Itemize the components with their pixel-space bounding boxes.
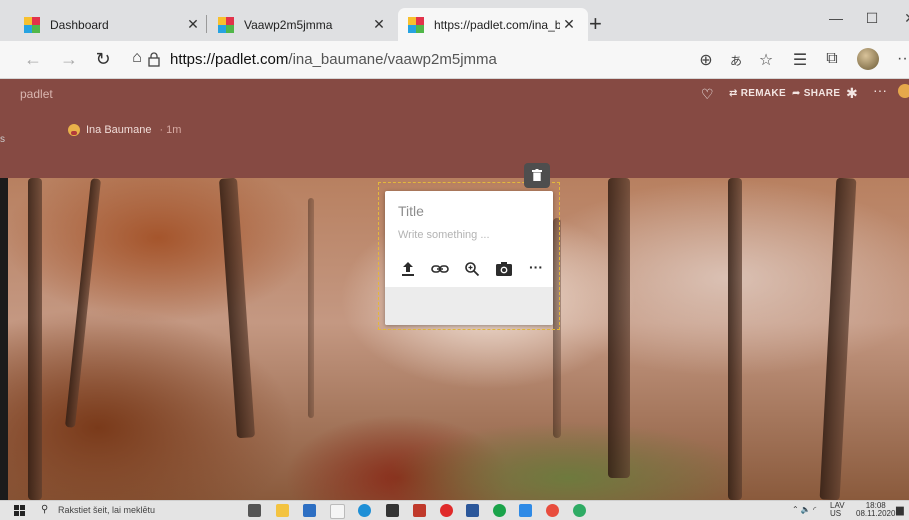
language-indicator[interactable]: LAV US	[830, 502, 845, 518]
trash-icon	[532, 169, 542, 181]
url-host: https://padlet.com	[170, 51, 289, 68]
remake-label: REMAKE	[740, 88, 786, 99]
tab-divider	[206, 15, 207, 33]
windows-start-icon[interactable]	[14, 505, 26, 516]
padlet-icon	[24, 16, 40, 33]
maximize-button[interactable]: ☐	[852, 10, 892, 27]
translate-icon[interactable]: あ	[724, 52, 748, 69]
camera-icon[interactable]	[494, 261, 514, 279]
tray-icons[interactable]: ⌃ 🔈 ◜	[792, 505, 816, 514]
url-path: /ina_baumane/vaawp2m5jmma	[288, 51, 497, 68]
delete-post-button[interactable]	[524, 163, 550, 188]
new-tab-button[interactable]: +	[589, 13, 602, 35]
tab-title: https://padlet.com/ina_baumane	[434, 17, 560, 32]
tree-trunk	[608, 178, 630, 478]
post-card-footer	[385, 287, 553, 325]
tab-title: Dashboard	[50, 17, 109, 32]
share-label: SHARE	[803, 88, 841, 99]
close-window-button[interactable]: ✕	[890, 10, 909, 27]
padlet-icon	[218, 16, 234, 33]
post-body-input[interactable]: Write something ...	[398, 229, 490, 241]
document-icon[interactable]	[330, 504, 345, 519]
more-icon[interactable]: ···	[526, 260, 546, 279]
post-card: Title Write something ... ···	[385, 191, 553, 325]
gear-icon[interactable]: ✱	[846, 85, 858, 102]
lock-icon	[148, 52, 160, 67]
author-avatar	[68, 124, 80, 136]
bag-icon[interactable]	[386, 504, 399, 517]
remake-icon: ⇄	[729, 88, 738, 99]
language-sub: US	[830, 509, 842, 518]
padlet-brand[interactable]: padlet	[20, 87, 53, 101]
taskbar-search-input[interactable]: Rakstiet šeit, lai meklētu	[58, 505, 155, 515]
add-page-icon[interactable]: ⊕	[694, 50, 718, 70]
tab-dashboard[interactable]: Dashboard ✕	[14, 8, 212, 41]
clock-date: 08.11.2020	[856, 509, 896, 518]
link-icon[interactable]	[430, 261, 450, 279]
tab-bar: Dashboard ✕ Vaawp2m5jmma ✕ https://padle…	[0, 0, 909, 41]
windows-taskbar: ⚲ Rakstiet šeit, lai meklētu ⌃ 🔈 ◜ LAV U…	[0, 500, 909, 520]
close-tab-icon[interactable]: ✕	[560, 16, 578, 33]
tree-trunk	[64, 178, 102, 428]
padlet-header: padlet ♡ ⇄ REMAKE ➦ SHARE ✱ ··· Ina Baum…	[0, 79, 909, 178]
profile-avatar[interactable]	[857, 48, 879, 70]
favorites-list-icon[interactable]: ☰	[788, 50, 812, 70]
close-tab-icon[interactable]: ✕	[370, 16, 388, 33]
tree-trunk	[819, 178, 857, 500]
tree-trunk	[218, 178, 256, 439]
remake-button[interactable]: ⇄ REMAKE	[729, 88, 786, 99]
author-name: Ina Baumane	[86, 124, 152, 136]
padlet-icon	[408, 16, 424, 33]
tree-trunk	[308, 198, 314, 418]
edge-icon[interactable]	[358, 504, 371, 517]
more-options-icon[interactable]: ···	[873, 82, 887, 98]
notifications-icon[interactable]: ▆	[896, 505, 904, 516]
tab-vaawp2m5jmma[interactable]: Vaawp2m5jmma ✕	[208, 8, 398, 41]
minimize-button[interactable]: —	[816, 10, 856, 26]
back-icon[interactable]: ←	[20, 49, 46, 70]
attachment-toolbar: ···	[398, 260, 548, 279]
favorite-star-icon[interactable]: ☆	[754, 50, 778, 70]
settings-more-icon[interactable]: ···	[893, 50, 909, 68]
home-icon[interactable]: ⌂	[124, 49, 150, 67]
page-edge-mark: s	[0, 134, 5, 145]
opera-icon[interactable]	[440, 504, 453, 517]
address-bar: ← → ↻ ⌂ https://padlet.com/ina_baumane/v…	[0, 41, 909, 79]
whatsapp-icon[interactable]	[493, 504, 506, 517]
tree-trunk	[28, 178, 42, 500]
store-icon[interactable]	[303, 504, 316, 517]
search-icon[interactable]	[462, 261, 482, 279]
collections-icon[interactable]: ⧉	[820, 50, 844, 68]
share-icon: ➦	[792, 88, 801, 99]
app-icon[interactable]	[546, 504, 559, 517]
post-author: Ina Baumane · 1m	[68, 124, 181, 136]
tab-padlet-active[interactable]: https://padlet.com/ina_baumane ✕	[398, 8, 588, 41]
close-tab-icon[interactable]: ✕	[184, 16, 202, 33]
share-button[interactable]: ➦ SHARE	[792, 88, 840, 99]
chrome-icon[interactable]	[573, 504, 586, 517]
task-view-icon[interactable]	[248, 504, 261, 517]
office-icon[interactable]	[413, 504, 426, 517]
tab-title: Vaawp2m5jmma	[244, 17, 333, 32]
refresh-icon[interactable]: ↻	[90, 49, 116, 70]
tree-trunk	[728, 178, 742, 500]
word-icon[interactable]	[466, 504, 479, 517]
forward-icon[interactable]: →	[56, 49, 82, 70]
upload-icon[interactable]	[398, 261, 418, 279]
user-avatar[interactable]	[898, 84, 909, 98]
post-time: · 1m	[159, 124, 182, 136]
post-time-value: 1m	[166, 124, 182, 136]
url-field[interactable]: https://padlet.com/ina_baumane/vaawp2m5j…	[170, 51, 497, 68]
clock[interactable]: 18:08 08.11.2020	[856, 502, 895, 518]
file-explorer-icon[interactable]	[276, 504, 289, 517]
post-title-input[interactable]: Title	[398, 203, 424, 219]
messenger-icon[interactable]	[519, 504, 532, 517]
search-icon: ⚲	[41, 504, 49, 515]
heart-icon[interactable]: ♡	[701, 86, 714, 103]
